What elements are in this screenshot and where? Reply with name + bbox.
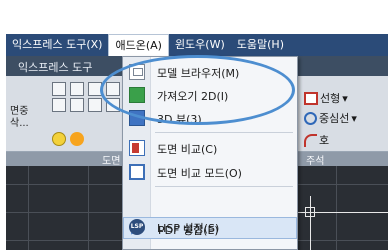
lisp-settings-icon: LSP [129, 219, 145, 235]
chevron-down-icon: ▾ [351, 111, 357, 125]
lightbulb-icon[interactable] [52, 132, 66, 146]
ribbon-group-drawing: 도면 [102, 156, 121, 167]
menu-separator [155, 132, 293, 133]
tab-express-tools[interactable]: 익스프레스 도구 [18, 59, 92, 75]
centerline-icon [304, 111, 317, 125]
grid-line [28, 166, 29, 250]
menu-item-lisp-settings[interactable]: LSP LISP 설정(S) [123, 216, 297, 238]
centerline-tool-label: 중심선 [319, 112, 350, 125]
drawing-compare-icon [129, 140, 145, 156]
menu-item-label: 도면 비교 모드(O) [157, 167, 242, 180]
draw-tool-icon[interactable] [70, 82, 84, 96]
line-tool-button[interactable]: 선형 ▾ [304, 90, 348, 106]
ribbon-label-delete: 삭... [10, 118, 29, 129]
menu-addon[interactable]: 애드온(A) [108, 34, 169, 56]
drawing-compare-mode-icon [129, 164, 145, 180]
menu-express-tools[interactable]: 익스프레스 도구(X) [6, 34, 108, 56]
menu-bar: 익스프레스 도구(X) 애드온(A) 윈도우(W) 도움말(H) [6, 34, 388, 56]
menu-help[interactable]: 도움말(H) [231, 34, 290, 56]
crosshair-vertical [310, 196, 311, 250]
ribbon-group-annotation[interactable]: 주석 [306, 152, 324, 167]
menu-item-spacer [123, 240, 297, 250]
menu-separator [155, 186, 293, 187]
ribbon-label-face: 면중 [10, 106, 29, 117]
grid-line [336, 166, 337, 250]
ribbon-left-labels: 면중 삭... [10, 82, 29, 130]
line-tool-label: 선형 [320, 92, 341, 105]
draw-tool-icon[interactable] [70, 98, 84, 112]
highlight-ellipse [100, 55, 295, 125]
draw-tool-icon[interactable] [52, 98, 66, 112]
menu-item-drawing-compare-mode[interactable]: 도면 비교 모드(O) [123, 161, 297, 183]
sun-icon[interactable] [70, 132, 84, 146]
menu-item-label: 도면 비교(C) [157, 143, 218, 156]
draw-tool-icon[interactable] [52, 82, 66, 96]
cursor-pickbox [305, 207, 315, 217]
grid-line [88, 166, 89, 250]
chevron-down-icon: ▾ [342, 91, 348, 105]
menu-window[interactable]: 윈도우(W) [169, 34, 231, 56]
arc-icon [304, 133, 317, 147]
menu-item-drawing-compare[interactable]: 도면 비교(C) [123, 137, 297, 159]
arc-tool-button[interactable]: 호 [304, 132, 329, 148]
draw-tool-icon[interactable] [88, 98, 102, 112]
line-icon [304, 91, 318, 105]
centerline-tool-button[interactable]: 중심선 ▾ [304, 110, 357, 126]
arc-tool-label: 호 [319, 134, 330, 147]
menu-item-label: LISP 설정(S) [157, 222, 220, 235]
